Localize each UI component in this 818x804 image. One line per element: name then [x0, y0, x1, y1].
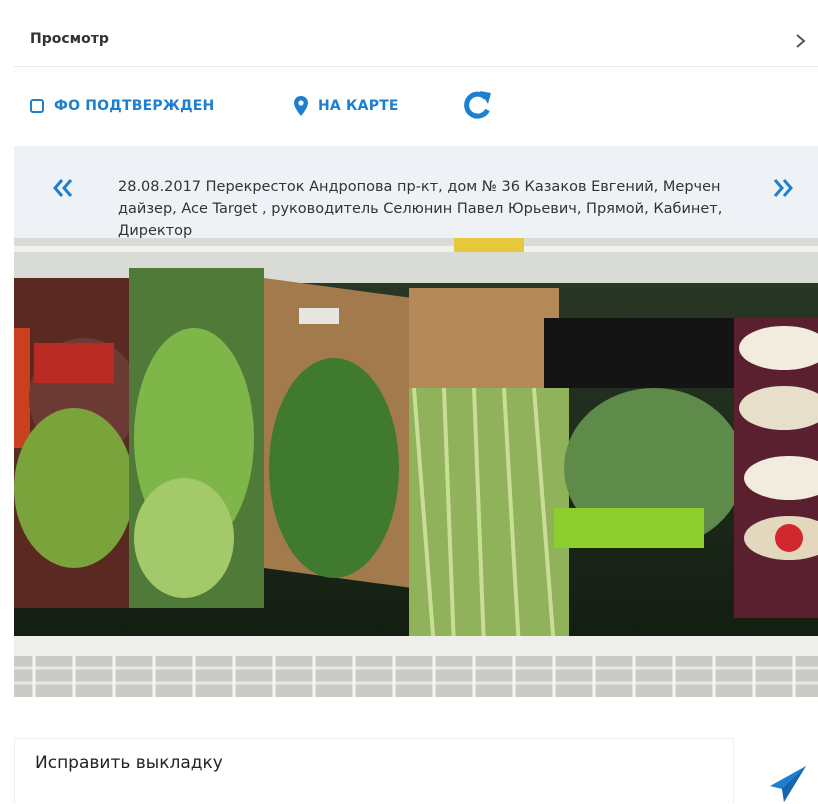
- confirmed-label: ФО ПОДТВЕРЖДЕН: [54, 98, 215, 114]
- comment-area: Исправить выкладку: [14, 738, 818, 803]
- chevron-right-icon[interactable]: [794, 32, 808, 50]
- shelf-photo[interactable]: [14, 238, 818, 697]
- map-label: НА КАРТЕ: [318, 98, 399, 114]
- refresh-icon[interactable]: [460, 89, 494, 123]
- record-info-bar: 28.08.2017 Перекресток Андропова пр-кт, …: [14, 146, 818, 238]
- send-icon[interactable]: [768, 764, 808, 804]
- show-on-map-button[interactable]: НА КАРТЕ: [294, 95, 399, 117]
- checkbox-box[interactable]: [30, 99, 44, 113]
- review-panel: Просмотр ФО ПОДТВЕРЖДЕН НА КАРТЕ 28.08.2…: [14, 14, 818, 803]
- record-description: 28.08.2017 Перекресток Андропова пр-кт, …: [118, 179, 723, 238]
- confirmed-checkbox[interactable]: ФО ПОДТВЕРЖДЕН: [30, 97, 214, 115]
- shelf-photo-image: [14, 238, 818, 697]
- panel-header[interactable]: Просмотр: [14, 14, 818, 67]
- panel-title: Просмотр: [30, 31, 109, 47]
- double-chevron-left-icon[interactable]: [50, 176, 76, 200]
- comment-input[interactable]: Исправить выкладку: [14, 738, 734, 803]
- toolbar: ФО ПОДТВЕРЖДЕН НА КАРТЕ: [14, 84, 818, 128]
- double-chevron-right-icon[interactable]: [770, 176, 796, 200]
- map-pin-icon: [294, 96, 308, 116]
